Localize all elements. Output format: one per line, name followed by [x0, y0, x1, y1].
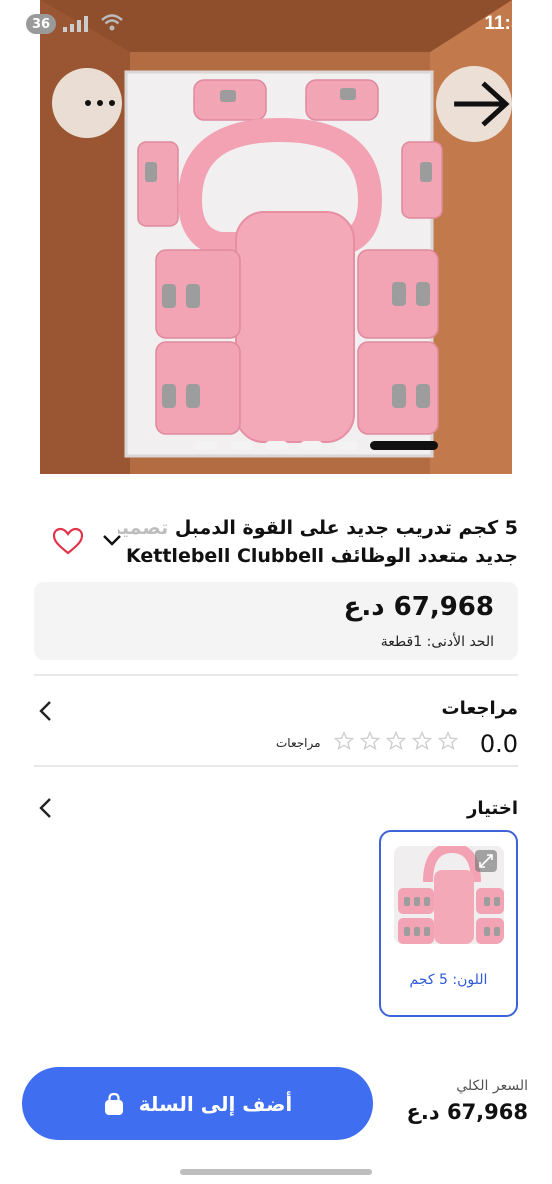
cellular-signal-icon [63, 16, 88, 32]
product-title: 5 كجم تدريب جديد على القوة الدمبل تصميم … [118, 517, 518, 567]
divider [34, 765, 518, 767]
battery-indicator: 36 [26, 14, 56, 34]
shopping-bag-icon [104, 1092, 123, 1115]
variant-option-label: اللون: 5 كجم [409, 972, 488, 988]
wifi-icon [101, 14, 123, 31]
expand-title-chevron-icon[interactable] [100, 528, 124, 552]
star-icon [360, 731, 380, 751]
reviews-title: مراجعات [441, 698, 519, 719]
star-icon [438, 731, 458, 751]
chevron-left-icon[interactable] [36, 797, 56, 819]
pagination-dot[interactable] [265, 441, 288, 450]
pagination-dot[interactable] [335, 441, 358, 450]
expand-icon[interactable] [475, 850, 497, 872]
wishlist-heart-icon[interactable] [52, 526, 84, 556]
pagination-dot-active[interactable] [370, 441, 438, 450]
product-image-gallery[interactable] [40, 0, 512, 474]
star-icon [386, 731, 406, 751]
chevron-left-icon[interactable] [36, 700, 56, 722]
total-price-label: السعر الكلي [456, 1078, 528, 1094]
pagination-dot[interactable] [300, 441, 323, 450]
status-time: 11:53 [484, 13, 532, 34]
variant-option-selected[interactable]: اللون: 5 كجم [379, 830, 518, 1017]
more-dots-icon [85, 100, 91, 106]
reviews-count-label: مراجعات [276, 736, 321, 750]
total-price: 67,968 د.ع [406, 1100, 528, 1124]
divider [34, 674, 518, 676]
pagination-dot[interactable] [230, 441, 253, 450]
pagination-dot[interactable] [195, 441, 218, 450]
minimum-order: الحد الأدنى: 1قطعة [380, 634, 494, 650]
add-to-cart-button[interactable]: أضف إلى السلة [22, 1067, 373, 1140]
variant-title: اختيار [467, 798, 518, 819]
product-photo [40, 0, 512, 474]
star-icon [412, 731, 432, 751]
status-bar: 36 11:53 [0, 0, 552, 46]
product-price: 67,968 د.ع [343, 592, 494, 622]
rating-value: 0.0 [479, 730, 518, 758]
home-indicator[interactable] [180, 1169, 372, 1175]
gallery-pagination [195, 441, 438, 450]
arrow-right-icon [454, 81, 510, 127]
rating-stars [334, 731, 458, 751]
add-to-cart-label: أضف إلى السلة [138, 1091, 293, 1116]
price-card: 67,968 د.ع الحد الأدنى: 1قطعة [34, 582, 518, 660]
next-image-button[interactable] [436, 66, 512, 142]
star-icon [334, 731, 354, 751]
more-options-button[interactable] [52, 68, 122, 138]
